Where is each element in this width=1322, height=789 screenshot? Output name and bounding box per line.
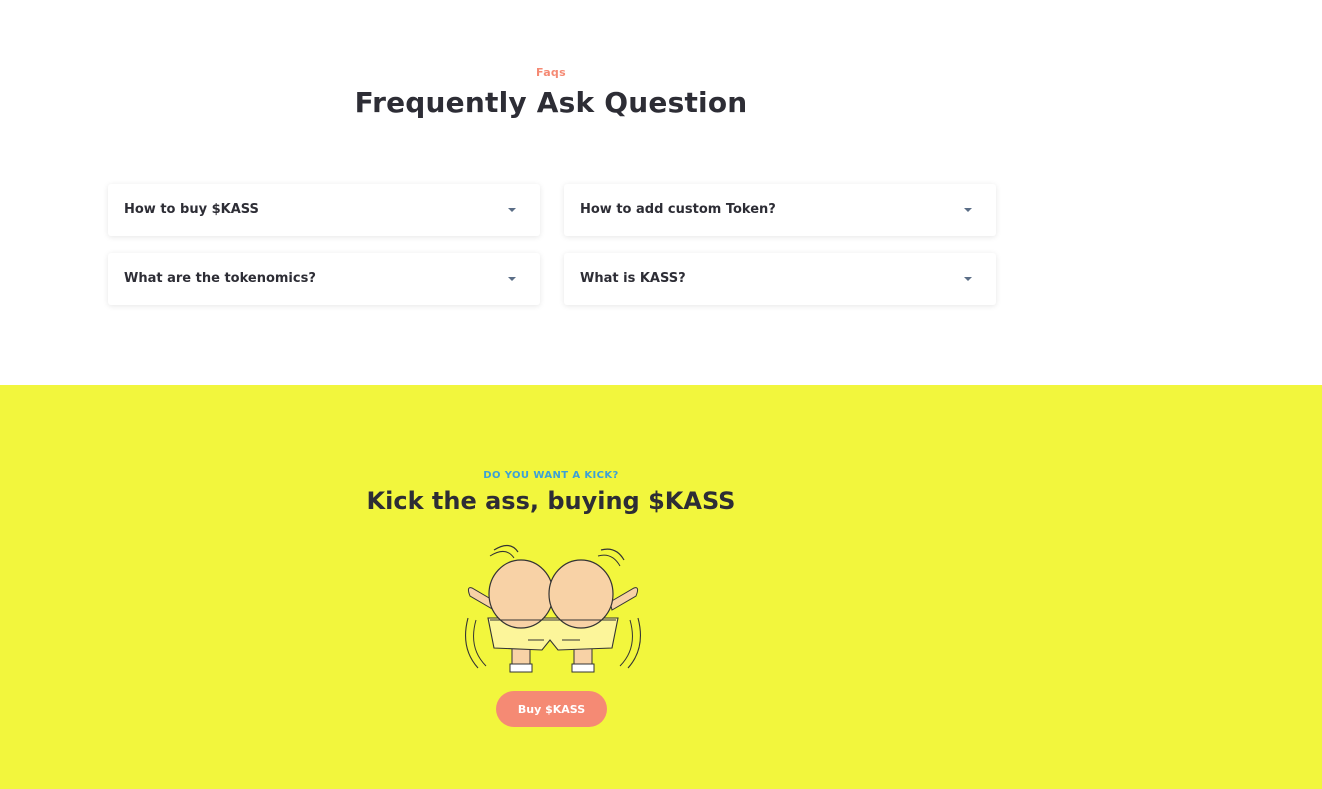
faq-section: Faqs Frequently Ask Question How to buy … [0, 0, 1322, 385]
faq-item-what-is-kass[interactable]: What is KASS? [564, 253, 996, 305]
faq-question: What are the tokenomics? [124, 271, 316, 286]
faq-kicker: Faqs [536, 66, 566, 79]
cta-section: DO YOU WANT A KICK? Kick the ass, buying… [0, 385, 1322, 789]
faq-item-how-to-buy[interactable]: How to buy $KASS [108, 184, 540, 236]
cta-heading: Kick the ass, buying $KASS [366, 487, 736, 515]
faq-question: What is KASS? [580, 271, 686, 286]
faq-question: How to add custom Token? [580, 202, 776, 217]
caret-down-icon[interactable] [964, 277, 972, 281]
caret-down-icon[interactable] [508, 277, 516, 281]
cta-kicker: DO YOU WANT A KICK? [483, 470, 619, 481]
faq-heading: Frequently Ask Question [354, 86, 748, 119]
caret-down-icon[interactable] [508, 208, 516, 212]
buy-kass-button[interactable]: Buy $KASS [496, 691, 607, 727]
faq-item-tokenomics[interactable]: What are the tokenomics? [108, 253, 540, 305]
cartoon-butt-illustration [465, 544, 641, 673]
faq-question: How to buy $KASS [124, 202, 259, 217]
caret-down-icon[interactable] [964, 208, 972, 212]
faq-item-custom-token[interactable]: How to add custom Token? [564, 184, 996, 236]
